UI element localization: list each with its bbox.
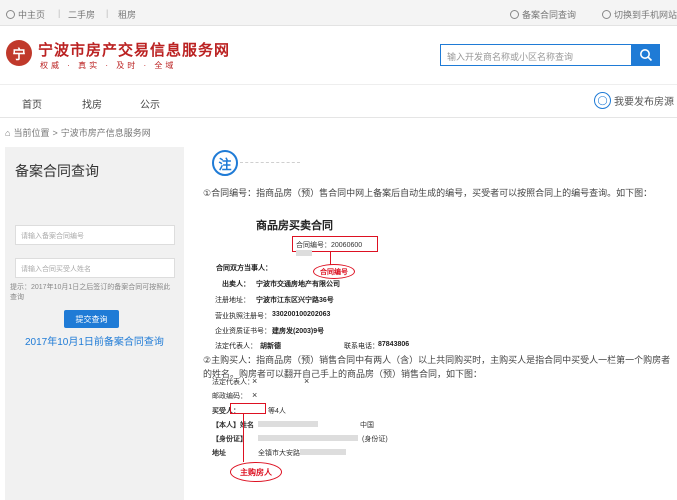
legal-rep-value-text: 胡新德 <box>260 343 281 350</box>
publish-label: 我要发布房源 <box>614 97 674 108</box>
license-label: 营业执照注册号： <box>215 313 271 320</box>
search-button[interactable] <box>632 44 660 66</box>
submit-query-button[interactable]: 提交查询 <box>64 310 119 328</box>
phone-label: 联系电话： <box>344 343 379 350</box>
top-home-link[interactable]: 中主页 <box>6 8 45 21</box>
instruction-paragraph-1: ①合同编号：指商品房（预）售合同中网上备案后自动生成的编号，买受者可以按照合同上… <box>203 188 653 198</box>
top-rent-link[interactable]: 租房 <box>118 8 136 21</box>
blurred-value <box>296 250 312 257</box>
publish-listing-button[interactable]: ◯ 我要发布房源 <box>594 92 674 109</box>
id-label-text: 【身份证】 <box>212 436 247 443</box>
contract-icon <box>510 10 519 19</box>
phone-value: 87843806 <box>378 341 409 348</box>
top-second-hand-link[interactable]: 二手房 <box>68 8 95 21</box>
nav-item-find-house[interactable]: 找房 <box>82 96 102 111</box>
phone-icon <box>602 10 611 19</box>
qualification-label: 企业资质证书号： <box>215 328 271 335</box>
qualification-value-text: 建房发(2003)9号 <box>272 328 325 335</box>
seller-value-text: 宁波市交通房地产有限公司 <box>256 281 340 288</box>
main-buyer-callout: 主购房人 <box>230 462 282 482</box>
table-row-address: 地址 <box>212 448 226 458</box>
phone-value-text: 87843806 <box>378 341 410 348</box>
country-value: 中国 <box>360 422 374 429</box>
top-home-label: 中主页 <box>18 10 46 20</box>
seller-value: 宁波市交通房地产有限公司 <box>256 279 340 289</box>
top-contract-query-link[interactable]: 备案合同查询 <box>510 8 576 21</box>
nav-item-notice[interactable]: 公示 <box>140 96 160 111</box>
divider: | <box>58 8 61 18</box>
mark-x: × <box>304 376 310 386</box>
table-row-legal-rep: 法定代表人： <box>212 379 254 386</box>
buyer-highlight-box <box>230 403 266 414</box>
blurred-id <box>258 435 358 441</box>
legal-rep-value: 胡新德 <box>260 341 281 351</box>
callout-line <box>243 414 244 462</box>
address-value: 宁波市江东区兴宁路36号 <box>256 295 334 305</box>
blurred-name <box>258 421 318 427</box>
address-label-text: 地址 <box>212 450 226 457</box>
top-second-hand-label: 二手房 <box>68 10 96 20</box>
note-divider <box>240 162 300 163</box>
breadcrumb-current[interactable]: 宁波市房产信息服务网 <box>61 126 151 139</box>
blurred-address <box>300 449 346 455</box>
divider: | <box>106 8 109 18</box>
name-label-text: 【本人】姓名 <box>212 422 254 429</box>
breadcrumb-separator: > <box>52 127 58 138</box>
buyer-count: 等4人 <box>268 408 286 415</box>
license-value: 330200100202063 <box>272 311 330 318</box>
table-row-name: 【本人】姓名 <box>212 420 254 430</box>
doc-title: 商品房买卖合同 <box>256 220 333 232</box>
top-bar: 中主页 | 二手房 | 租房 备案合同查询 切换到手机网站 <box>0 0 677 26</box>
mark-x: × <box>252 376 258 386</box>
site-title: 宁波市房产交易信息服务网 <box>38 41 231 59</box>
top-phone-site-label: 切换到手机网站 <box>614 10 677 20</box>
mark-x: × <box>252 390 258 400</box>
home-icon: ⌂ <box>5 127 11 138</box>
breadcrumb-home[interactable]: 当前位置 <box>13 126 49 139</box>
license-value-text: 330200100202063 <box>272 311 331 318</box>
top-contract-query-label: 备案合同查询 <box>522 10 577 20</box>
home-icon <box>6 10 15 19</box>
instruction-paragraph-2: ②主购买人：指商品房（预）销售合同中有两人（含）以上共同购买时，主购买人是指合同… <box>203 355 671 380</box>
qualification-value: 建房发(2003)9号 <box>272 326 324 336</box>
buyer-name-input[interactable]: 请输入合同买受人姓名 <box>15 258 175 278</box>
seller-label: 出卖人： <box>222 281 250 288</box>
parties-label: 合同双方当事人： <box>216 263 272 273</box>
sidebar-tip: 提示：2017年10月1日之后签订的备案合同可按照此查询 <box>10 284 171 301</box>
contract-number-input[interactable]: 请输入备案合同编号 <box>15 225 175 245</box>
top-rent-label: 租房 <box>118 10 137 20</box>
id-type: (身份证) <box>362 436 388 443</box>
table-row-postcode: 邮政编码： <box>212 393 247 400</box>
contract-number-label: 合同编号：20060600 <box>296 242 363 249</box>
top-phone-site-link[interactable]: 切换到手机网站 <box>602 8 677 21</box>
contract-number-callout: 合同编号 <box>313 264 355 279</box>
user-icon: ◯ <box>594 92 611 109</box>
address-label: 注册地址： <box>215 297 250 304</box>
legal-rep-label: 法定代表人： <box>215 343 257 350</box>
search-input[interactable]: 输入开发商名称或小区名称查询 <box>440 44 632 66</box>
breadcrumb: ⌂ 当前位置 > 宁波市房产信息服务网 <box>5 126 151 139</box>
parties-text: 合同双方当事人： <box>216 265 272 272</box>
seller-row: 出卖人： <box>222 279 250 289</box>
legacy-query-link[interactable]: 2017年10月1日前备案合同查询 <box>25 333 164 348</box>
nav-item-home[interactable]: 首页 <box>22 96 42 111</box>
address-partial: 全镇市大安路 <box>258 450 300 457</box>
site-logo[interactable]: 宁 <box>6 40 32 66</box>
search-icon <box>640 49 653 62</box>
note-icon: 注 <box>212 150 238 176</box>
contract-number-box: 合同编号：20060600 <box>292 236 378 257</box>
sidebar-title: 备案合同查询 <box>15 163 99 179</box>
logo-text: 宁 <box>12 46 26 62</box>
main-nav: 首页 找房 公示 <box>0 84 677 118</box>
table-row-id: 【身份证】 <box>212 434 247 444</box>
site-slogan: 权威 · 真实 · 及时 · 全域 <box>40 61 177 70</box>
address-value-text: 宁波市江东区兴宁路36号 <box>256 297 334 304</box>
